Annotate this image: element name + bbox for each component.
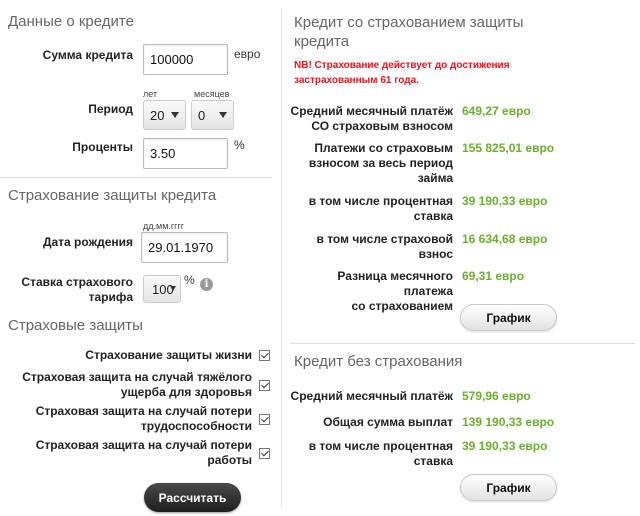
amount-value: 100000 xyxy=(150,52,194,67)
insurance-note-line2: застрахованным 61 года. xyxy=(294,75,419,86)
result-value: 649,27 евро xyxy=(462,104,531,118)
result-label-line1: Платежи со страховым xyxy=(314,141,453,155)
birth-date-input[interactable]: 29.01.1970 xyxy=(141,232,228,263)
protection-label: Страховая защита на случай тяжёлого ущер… xyxy=(22,370,252,400)
result-label: Средний месячный платёж xyxy=(288,389,453,404)
years-value: 20 xyxy=(150,107,165,123)
result-value: 69,31 евро xyxy=(462,269,525,283)
result-value: 39 190,33 евро xyxy=(462,194,548,208)
result-value: 39 190,33 евро xyxy=(462,439,548,453)
result-label: в том числе процентная ставка xyxy=(288,194,453,224)
result-label-line3: займа xyxy=(417,171,453,185)
info-icon[interactable]: i xyxy=(200,278,213,291)
result-label-line1: Общая сумма выплат xyxy=(323,415,453,429)
result-label-line2: ставка xyxy=(413,209,453,223)
result-label: Средний месячный платёж СО страховым взн… xyxy=(288,104,453,134)
amount-unit: евро xyxy=(234,47,261,61)
protection-label: Страховая защита на случай потери работы xyxy=(36,438,252,468)
interest-input[interactable]: 3.50 xyxy=(143,138,228,169)
result-label: Платежи со страховым взносом за весь пер… xyxy=(288,141,453,186)
result-label-line1: Средний месячный платёж xyxy=(290,104,453,118)
chevron-down-icon xyxy=(170,286,176,291)
protection-checkbox[interactable] xyxy=(259,350,270,361)
protection-label: Страховая защита на случай потери трудос… xyxy=(36,404,252,434)
protection-checkbox[interactable] xyxy=(259,379,270,391)
result-label: Разница месячного платежа со страхование… xyxy=(288,269,453,314)
protection-checkbox[interactable] xyxy=(259,447,270,459)
graph-button-without-insurance[interactable]: График xyxy=(460,474,557,501)
protections-list: Страхование защиты жизни Страховая защит… xyxy=(0,348,270,473)
birth-date-label: Дата рождения xyxy=(42,235,133,249)
result-value: 155 825,01 евро xyxy=(462,141,555,155)
with-insurance-title-line2: кредита xyxy=(294,33,350,50)
result-label: в том числе страховой взнос xyxy=(288,232,454,262)
birth-format-hint: дд.мм.гггг xyxy=(143,221,185,231)
protection-label-line2: ущерба для здоровья xyxy=(120,385,252,399)
result-value: 139 190,33 евро xyxy=(462,415,555,429)
interest-label: Проценты xyxy=(72,140,133,154)
protection-item-health[interactable]: Страховая защита на случай тяжёлого ущер… xyxy=(22,370,270,400)
with-insurance-title-line1: Кредит со страхованием защиты xyxy=(294,14,524,31)
result-label-line2: СО страховым взносом xyxy=(311,119,453,133)
result-value: 16 634,68 евро xyxy=(462,232,548,246)
insurance-note-line1: NB! Страхование действует до достижения xyxy=(294,60,510,71)
years-label: лет xyxy=(143,89,158,99)
chevron-down-icon xyxy=(171,112,179,118)
result-label: в том числе процентная ставка xyxy=(288,439,453,469)
rate-label: Ставка страхового тарифа xyxy=(20,275,133,305)
rate-unit: % xyxy=(184,273,195,287)
amount-label: Сумма кредита xyxy=(42,48,133,62)
protection-label-line1: Страховая защита на случай потери xyxy=(35,404,252,418)
credit-section-title: Данные о кредите xyxy=(8,13,134,30)
period-label: Период xyxy=(88,102,133,116)
result-label-line2: со страхованием xyxy=(351,299,453,313)
calculate-button[interactable]: Рассчитать xyxy=(144,483,241,512)
protection-item-job-loss[interactable]: Страховая защита на случай потери работы xyxy=(36,438,270,468)
chevron-down-icon xyxy=(219,112,227,118)
graph-button-with-insurance[interactable]: График xyxy=(460,304,557,331)
result-label-line1: Средний месячный платёж xyxy=(290,389,453,403)
protection-label-line2: работы xyxy=(207,453,252,467)
without-insurance-title: Кредит без страхования xyxy=(294,353,463,370)
result-label-line1: в том числе процентная xyxy=(308,439,453,453)
protection-label-line2: трудоспособности xyxy=(140,419,252,433)
months-label: месяцев xyxy=(194,89,230,99)
rate-label-line2: тарифа xyxy=(88,290,133,304)
protections-section-title: Страховые защиты xyxy=(8,317,143,334)
result-value: 579,96 евро xyxy=(462,389,531,403)
result-label-line1: в том числе страховой xyxy=(316,232,454,246)
result-label-line2: взнос xyxy=(418,247,453,261)
column-divider xyxy=(281,8,282,508)
insurance-note: NB! Страхование действует до достижения … xyxy=(294,58,510,88)
months-select[interactable]: 0 xyxy=(191,100,234,130)
insurance-section-title: Страхование защиты кредита xyxy=(8,187,217,204)
years-select[interactable]: 20 xyxy=(143,100,186,130)
result-label-line1: Разница месячного платежа xyxy=(337,269,453,298)
protection-checkbox[interactable] xyxy=(259,413,270,425)
interest-value: 3.50 xyxy=(150,146,176,161)
divider xyxy=(0,177,272,178)
protection-label-line1: Страховая защита на случай тяжёлого xyxy=(22,370,252,384)
protection-item-life[interactable]: Страхование защиты жизни xyxy=(85,348,270,363)
result-label-line2: ставка xyxy=(413,454,453,468)
amount-input[interactable]: 100000 xyxy=(143,44,228,75)
protection-label-line1: Страховая защита на случай потери xyxy=(35,438,252,452)
protection-label: Страхование защиты жизни xyxy=(85,348,252,362)
rate-select[interactable]: 100 xyxy=(143,275,181,303)
result-label-line1: в том числе процентная xyxy=(308,194,453,208)
protection-item-disability[interactable]: Страховая защита на случай потери трудос… xyxy=(36,404,270,434)
divider xyxy=(290,343,635,344)
result-label: Общая сумма выплат xyxy=(288,415,453,430)
birth-date-value: 29.01.1970 xyxy=(148,240,214,255)
months-value: 0 xyxy=(198,107,206,123)
interest-unit: % xyxy=(234,138,245,152)
with-insurance-title: Кредит со страхованием защиты кредита xyxy=(294,13,523,51)
result-label-line2: взносом за весь период xyxy=(308,156,453,170)
rate-label-line1: Ставка страхового xyxy=(21,275,133,289)
